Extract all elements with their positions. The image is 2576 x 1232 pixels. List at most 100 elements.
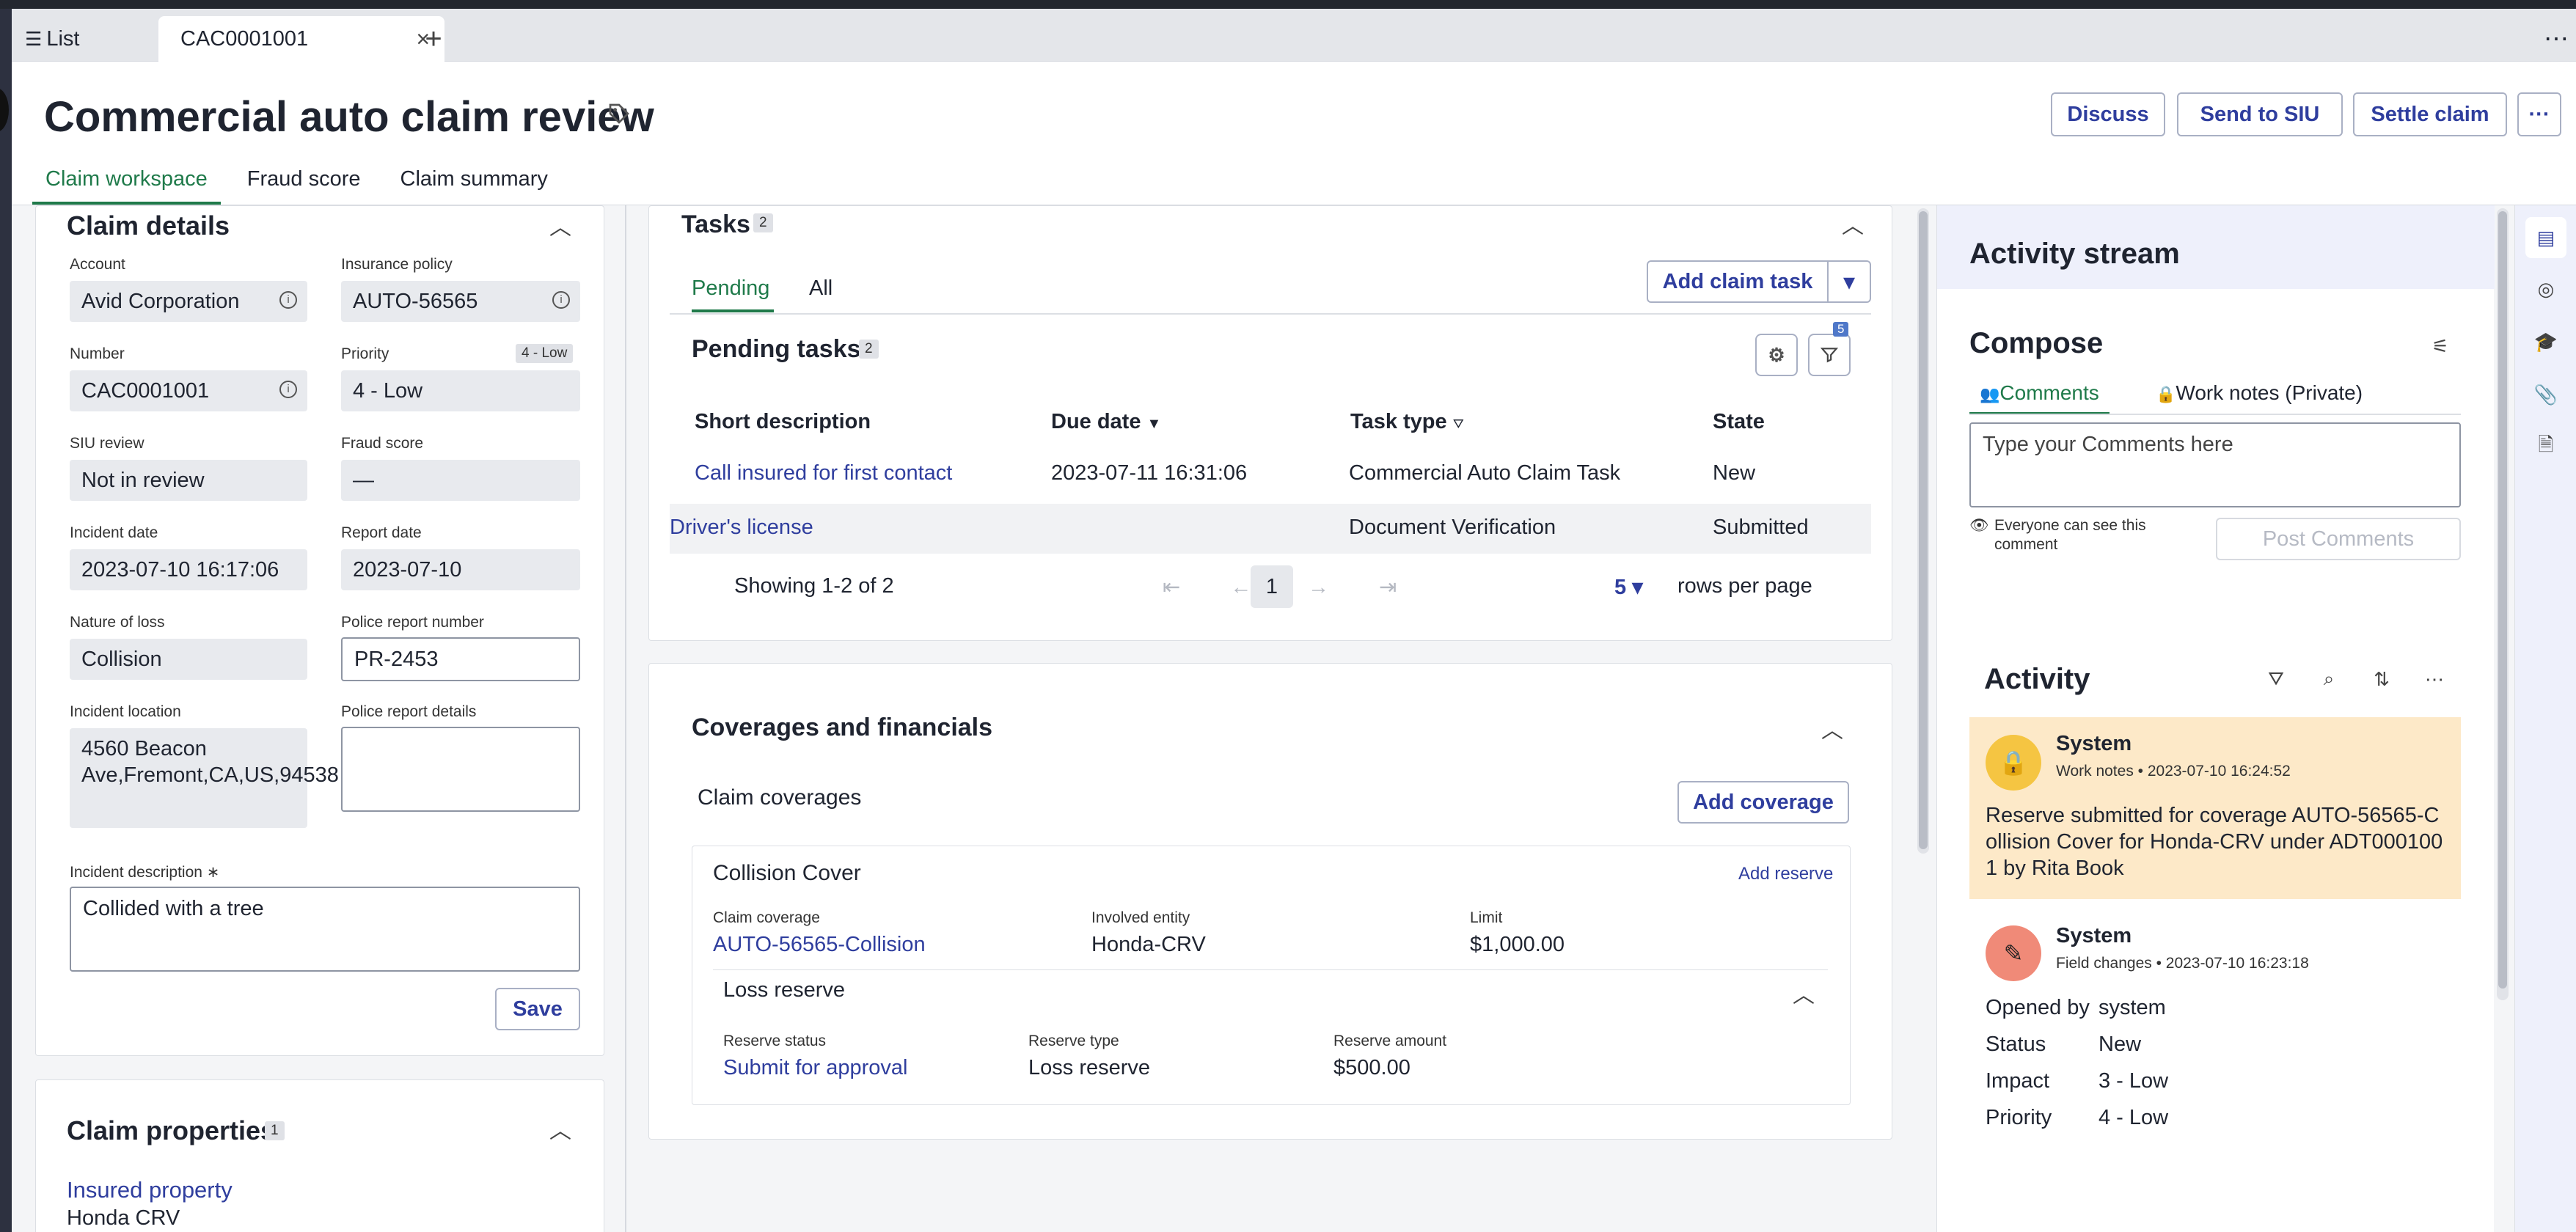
info-icon[interactable]: i xyxy=(552,291,570,309)
policy-field[interactable]: AUTO-56565 i xyxy=(341,281,580,322)
send-to-siu-button[interactable]: Send to SIU xyxy=(2177,92,2343,136)
tab-list[interactable]: ☰ List xyxy=(25,16,79,62)
chevron-up-icon[interactable]: ︿ xyxy=(1842,208,1864,240)
coverages-panel: Coverages and financials ︿ Claim coverag… xyxy=(648,663,1892,1140)
discuss-button[interactable]: Discuss xyxy=(2051,92,2165,136)
task-type: Document Verification xyxy=(1349,516,1556,539)
activity-author: System xyxy=(2056,924,2132,947)
more-options-button[interactable]: ⋯ xyxy=(2544,16,2569,62)
info-icon[interactable]: i xyxy=(279,381,297,398)
coverage-link[interactable]: AUTO-56565-Collision xyxy=(713,933,926,957)
attachment-icon[interactable]: 📎 xyxy=(2525,374,2566,415)
search-icon[interactable]: ⌕ xyxy=(2314,664,2343,694)
insured-property-link[interactable]: Insured property xyxy=(67,1177,233,1203)
fraud-field[interactable]: — xyxy=(341,460,580,501)
priority-field[interactable]: 4 - Low xyxy=(341,370,580,411)
incident-date-field[interactable]: 2023-07-10 16:17:06 xyxy=(70,549,307,590)
pagination-page[interactable]: 1 xyxy=(1251,565,1293,608)
task-due: 2023-07-11 16:31:06 xyxy=(1051,461,1248,485)
tag-icon[interactable] xyxy=(607,101,631,132)
comment-textarea[interactable]: Type your Comments here xyxy=(1969,422,2461,507)
add-claim-task-button[interactable]: Add claim task xyxy=(1647,260,1829,303)
tab-claim-workspace[interactable]: Claim workspace xyxy=(32,167,221,205)
tasks-panel: Tasks 2 ︿ Pending All Add claim task ▾ P… xyxy=(648,205,1892,641)
tab-record[interactable]: CAC0001001 × xyxy=(158,16,444,62)
settings-button[interactable]: ⚙ xyxy=(1755,334,1798,376)
tab-comments[interactable]: 👥Comments xyxy=(1969,381,2110,415)
location-field[interactable]: 4560 Beacon Ave,Fremont,CA,US,94538 xyxy=(70,728,339,828)
visibility-text: Everyone can see this comment xyxy=(1994,517,2146,553)
limit-value: $1,000.00 xyxy=(1470,933,1565,956)
entity-value: Honda-CRV xyxy=(1091,933,1206,956)
middle-scrollbar-thumb[interactable] xyxy=(1919,211,1928,849)
document-icon[interactable]: 🗎 xyxy=(2525,427,2566,468)
number-field[interactable]: CAC0001001 i xyxy=(70,370,307,411)
record-header: Commercial auto claim review Discuss Sen… xyxy=(12,62,2576,205)
pagination-next-controls[interactable]: → ⇥ xyxy=(1308,574,1419,600)
tab-claim-summary[interactable]: Claim summary xyxy=(387,167,561,205)
lock-icon: 🔒 xyxy=(2156,385,2176,403)
tab-work-notes[interactable]: 🔒Work notes (Private) xyxy=(2156,381,2363,405)
field-value: 4 - Low xyxy=(2099,1106,2169,1129)
police-details-input[interactable] xyxy=(341,727,580,812)
activity-scrollbar[interactable] xyxy=(2497,208,2509,1000)
column-task-type[interactable]: Task type ⛛ xyxy=(1350,410,1464,434)
add-coverage-button[interactable]: Add coverage xyxy=(1677,781,1849,824)
add-reserve-link[interactable]: Add reserve xyxy=(1738,864,1833,884)
activity-meta: Field changes • 2023-07-10 16:23:18 xyxy=(2056,955,2309,972)
list-icon: ☰ xyxy=(25,27,43,50)
tab-all[interactable]: All xyxy=(809,276,833,301)
add-task-dropdown[interactable]: ▾ xyxy=(1827,260,1871,303)
tasks-tab-divider xyxy=(670,313,1871,315)
sort-down-icon: ▼ xyxy=(1146,416,1162,432)
pulse-icon[interactable]: ◎ xyxy=(2525,268,2566,309)
ellipsis-icon[interactable]: ⋯ xyxy=(2420,664,2449,694)
column-short-description[interactable]: Short description xyxy=(695,410,871,434)
police-number-input[interactable]: PR-2453 xyxy=(341,637,580,681)
compose-settings-icon[interactable]: ⚟ xyxy=(2426,331,2455,361)
chevron-up-icon[interactable]: ︿ xyxy=(1793,977,1815,1009)
middle-scrollbar[interactable] xyxy=(1917,208,1929,854)
settle-claim-button[interactable]: Settle claim xyxy=(2353,92,2507,136)
chevron-up-icon[interactable]: ︿ xyxy=(1821,712,1843,744)
rows-per-page-select[interactable]: 5 ▾ xyxy=(1614,574,1643,600)
ellipsis-icon: ⋯ xyxy=(2544,25,2569,53)
report-date-field[interactable]: 2023-07-10 xyxy=(341,549,580,590)
insured-property-value: Honda CRV xyxy=(67,1206,180,1230)
reserve-status-link[interactable]: Submit for approval xyxy=(723,1056,907,1080)
gear-icon: ⚙ xyxy=(1768,343,1785,366)
siu-field[interactable]: Not in review xyxy=(70,460,307,501)
visibility-note: 👁 Everyone can see this comment xyxy=(1969,516,2182,554)
info-icon[interactable]: i xyxy=(279,291,297,309)
activity-scrollbar-thumb[interactable] xyxy=(2498,211,2507,989)
graduation-cap-icon[interactable]: 🎓 xyxy=(2525,321,2566,362)
filter-icon[interactable]: ⛛ xyxy=(2261,664,2291,694)
task-state: New xyxy=(1713,461,1756,485)
fraud-label: Fraud score xyxy=(341,435,424,452)
right-rail: ▤ ◎ 🎓 📎 🗎 xyxy=(2514,205,2576,1232)
coverage-card: Collision Cover Add reserve Claim covera… xyxy=(692,846,1851,1105)
post-comments-button[interactable]: Post Comments xyxy=(2216,518,2461,560)
tab-fraud-score[interactable]: Fraud score xyxy=(234,167,374,205)
task-link[interactable]: Driver's license xyxy=(670,516,813,540)
description-input[interactable]: Collided with a tree xyxy=(70,887,580,972)
column-state[interactable]: State xyxy=(1713,410,1765,434)
required-mark: ∗ xyxy=(206,864,220,881)
column-due-date[interactable]: Due date ▼ xyxy=(1051,410,1161,434)
tab-pending[interactable]: Pending xyxy=(692,276,774,312)
sort-icon[interactable]: ⇅ xyxy=(2367,664,2396,694)
save-button[interactable]: Save xyxy=(495,988,580,1030)
number-label: Number xyxy=(70,345,125,362)
chevron-up-icon[interactable]: ︿ xyxy=(549,209,571,241)
user-avatar[interactable] xyxy=(0,88,9,132)
new-tab-button[interactable]: + xyxy=(411,16,455,62)
account-field[interactable]: Avid Corporation i xyxy=(70,281,307,322)
lock-icon: 🔒 xyxy=(1986,735,2041,791)
task-link[interactable]: Call insured for first contact xyxy=(695,461,952,485)
activity-stream-icon[interactable]: ▤ xyxy=(2525,217,2566,258)
header-more-button[interactable]: ··· xyxy=(2517,92,2561,136)
chevron-up-icon[interactable]: ︿ xyxy=(549,1112,571,1145)
coverages-title: Coverages and financials xyxy=(692,714,993,741)
filter-button[interactable] xyxy=(1808,334,1851,376)
nature-field[interactable]: Collision xyxy=(70,639,307,680)
